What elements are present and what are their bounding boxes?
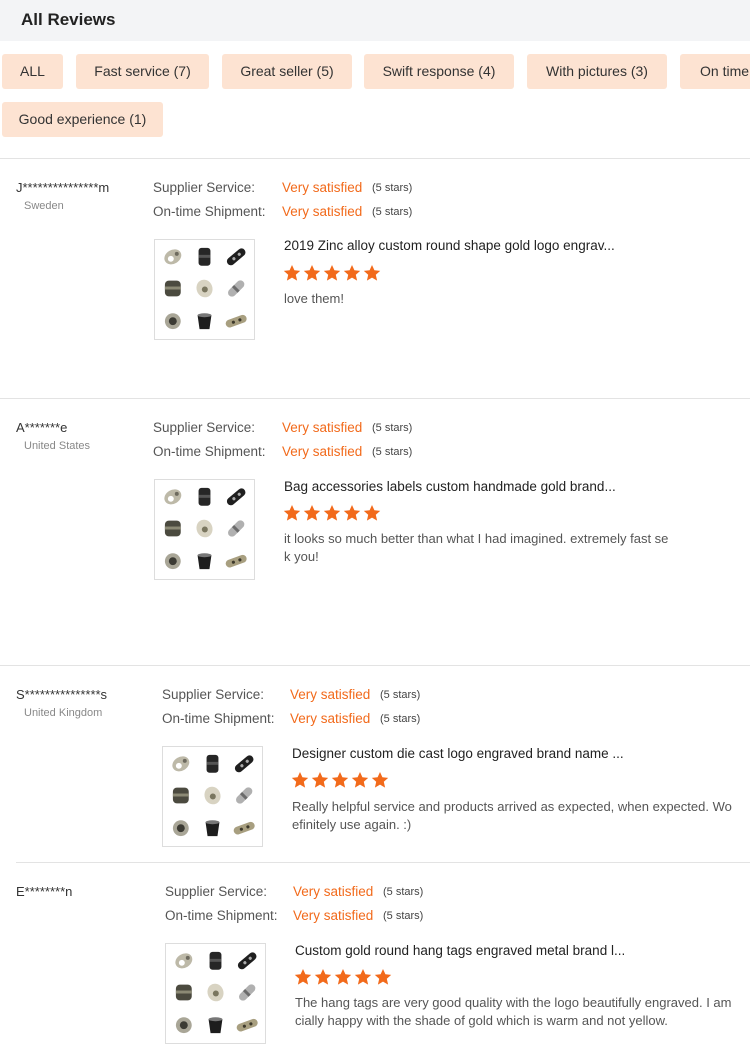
on-time-shipment-label: On-time Shipment: [153,204,266,219]
review-comment: Really helpful service and products arri… [292,799,732,832]
star-icon [294,969,312,985]
star-icon [351,772,369,788]
review-comment: it looks so much better than what I had … [284,531,669,564]
divider [0,398,750,399]
supplier-service-rating: Very satisfied [282,180,363,195]
supplier-service-label: Supplier Service: [153,420,256,435]
product-photo [163,747,262,846]
supplier-service-stars: (5 stars) [380,689,421,701]
reviewer-name: E********n [16,884,73,899]
reviewer-name: A*******e [16,420,68,435]
supplier-service-label: Supplier Service: [165,884,268,899]
reviewer-name: J***************m [16,180,110,195]
star-icon [343,265,361,281]
product-title[interactable]: 2019 Zinc alloy custom round shape gold … [284,238,615,253]
divider [16,862,750,863]
product-thumbnail[interactable] [154,239,255,340]
filter-tag-great-seller[interactable]: Great seller (5) [222,54,352,89]
product-title[interactable]: Designer custom die cast logo engraved b… [292,746,624,761]
product-rating-stars [283,504,383,522]
product-rating-stars [291,771,391,789]
product-title[interactable]: Custom gold round hang tags engraved met… [295,943,625,958]
star-icon [303,505,321,521]
on-time-shipment-stars: (5 stars) [372,446,413,458]
product-photo [155,240,254,339]
divider [0,665,750,666]
star-icon [311,772,329,788]
review-comment: The hang tags are very good quality with… [295,995,732,1028]
review-comment: love them! [284,291,344,306]
star-icon [283,505,301,521]
supplier-service-rating: Very satisfied [293,884,374,899]
filter-tag-on-time[interactable]: On time [680,54,750,89]
filter-tag-fast-service[interactable]: Fast service (7) [76,54,209,89]
product-title[interactable]: Bag accessories labels custom handmade g… [284,479,616,494]
supplier-service-stars: (5 stars) [383,886,424,898]
on-time-shipment-rating: Very satisfied [293,908,374,923]
product-photo [166,944,265,1043]
filter-tag-swift-response[interactable]: Swift response (4) [364,54,514,89]
supplier-service-label: Supplier Service: [162,687,265,702]
supplier-service-label: Supplier Service: [153,180,256,195]
reviewer-name: S***************s [16,687,108,702]
star-icon [291,772,309,788]
filter-tag-good-experience[interactable]: Good experience (1) [2,102,163,137]
reviewer-country: Sweden [24,200,64,212]
reviews-header: All Reviews [0,0,750,41]
star-icon [363,505,381,521]
filter-tag-with-pictures[interactable]: With pictures (3) [527,54,667,89]
supplier-service-stars: (5 stars) [372,422,413,434]
on-time-shipment-label: On-time Shipment: [162,711,275,726]
star-icon [323,505,341,521]
on-time-shipment-stars: (5 stars) [372,206,413,218]
on-time-shipment-label: On-time Shipment: [153,444,266,459]
on-time-shipment-rating: Very satisfied [282,444,363,459]
supplier-service-rating: Very satisfied [282,420,363,435]
star-icon [283,265,301,281]
on-time-shipment-label: On-time Shipment: [165,908,278,923]
product-thumbnail[interactable] [154,479,255,580]
product-rating-stars [294,968,394,986]
supplier-service-rating: Very satisfied [290,687,371,702]
star-icon [331,772,349,788]
star-icon [314,969,332,985]
on-time-shipment-stars: (5 stars) [383,910,424,922]
page-title: All Reviews [21,10,116,29]
star-icon [343,505,361,521]
filter-tag-all[interactable]: ALL [2,54,63,89]
star-icon [363,265,381,281]
star-icon [323,265,341,281]
product-rating-stars [283,264,383,282]
on-time-shipment-rating: Very satisfied [282,204,363,219]
on-time-shipment-stars: (5 stars) [380,713,421,725]
star-icon [354,969,372,985]
star-icon [334,969,352,985]
star-icon [374,969,392,985]
star-icon [371,772,389,788]
product-photo [155,480,254,579]
supplier-service-stars: (5 stars) [372,182,413,194]
reviewer-country: United States [24,440,91,452]
product-thumbnail[interactable] [165,943,266,1044]
reviewer-country: United Kingdom [24,707,103,719]
product-thumbnail[interactable] [162,746,263,847]
star-icon [303,265,321,281]
on-time-shipment-rating: Very satisfied [290,711,371,726]
divider [0,158,750,159]
